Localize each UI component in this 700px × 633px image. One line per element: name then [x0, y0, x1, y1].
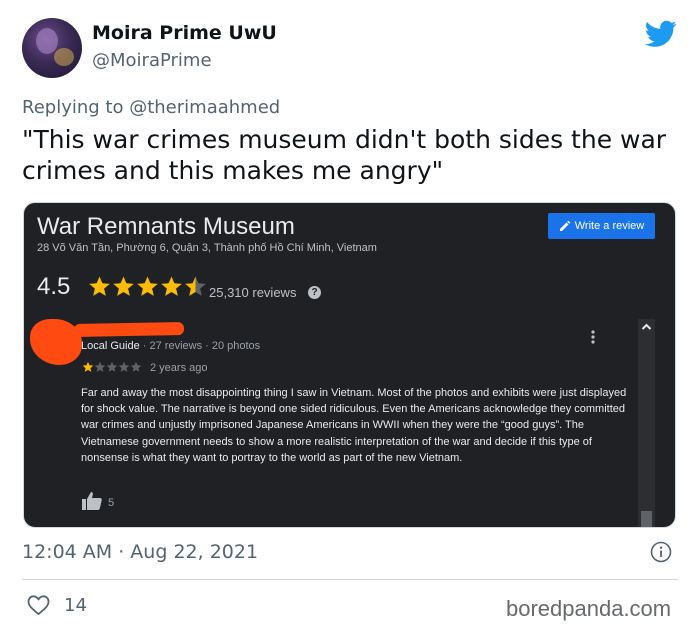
divider	[22, 579, 678, 580]
redaction-mark	[73, 322, 185, 337]
star-icon	[161, 276, 182, 296]
star-icon	[94, 361, 106, 372]
reviewer-meta-sub: · 27 reviews · 20 photos	[139, 340, 261, 352]
author-handle[interactable]: @MoiraPrime	[92, 50, 212, 71]
star-icon	[130, 361, 142, 372]
review-time: 2 years ago	[150, 362, 208, 374]
write-review-button[interactable]: Write a review	[548, 213, 655, 239]
pencil-icon	[559, 220, 571, 231]
star-icon	[185, 276, 206, 296]
star-icon	[106, 361, 118, 372]
write-review-label: Write a review	[574, 220, 645, 232]
reply-prefix: Replying to	[22, 97, 124, 118]
info-icon[interactable]	[650, 541, 672, 563]
twitter-bird-icon[interactable]	[645, 20, 677, 48]
star-icon	[137, 276, 158, 296]
tweet-timestamp[interactable]: 12:04 AM · Aug 22, 2021	[22, 541, 258, 563]
reply-mention-link[interactable]: @therimaahmed	[129, 97, 280, 118]
rating-stars	[88, 275, 208, 297]
star-icon	[89, 276, 110, 296]
rating-value: 4.5	[37, 273, 71, 300]
reviewer-meta: Local Guide · 27 reviews · 20 photos	[81, 340, 260, 352]
star-icon	[118, 361, 130, 372]
thumbs-up-icon[interactable]	[82, 491, 102, 510]
review-scrollbar[interactable]	[638, 319, 655, 527]
embedded-image-card[interactable]: War Remnants Museum 28 Võ Văn Tần, Phườn…	[23, 202, 676, 528]
reviews-count-link[interactable]: 25,310 reviews	[209, 285, 296, 300]
reply-context: Replying to @therimaahmed	[22, 97, 280, 118]
place-address: 28 Võ Văn Tần, Phường 6, Quận 3, Thành p…	[37, 242, 377, 254]
more-options-icon[interactable]	[590, 329, 596, 345]
tweet-text: "This war crimes museum didn't both side…	[22, 125, 667, 185]
chevron-up-icon[interactable]	[638, 319, 655, 335]
scrollbar-thumb[interactable]	[641, 511, 652, 527]
review-stars	[82, 361, 142, 373]
star-icon	[113, 276, 134, 296]
help-icon[interactable]: ?	[308, 286, 321, 299]
reviewer-meta-label: Local Guide	[81, 340, 140, 352]
watermark: boredpanda.com	[506, 596, 672, 621]
like-count: 14	[64, 595, 87, 616]
star-icon	[82, 361, 94, 372]
review-text: Far and away the most disappointing thin…	[81, 387, 627, 464]
avatar[interactable]	[22, 18, 82, 78]
author-name[interactable]: Moira Prime UwU	[92, 22, 277, 44]
avatar-detail	[54, 48, 74, 66]
place-title: War Remnants Museum	[37, 213, 295, 240]
avatar-detail	[36, 28, 58, 54]
heart-icon[interactable]	[26, 594, 51, 616]
helpful-count: 5	[108, 497, 115, 509]
